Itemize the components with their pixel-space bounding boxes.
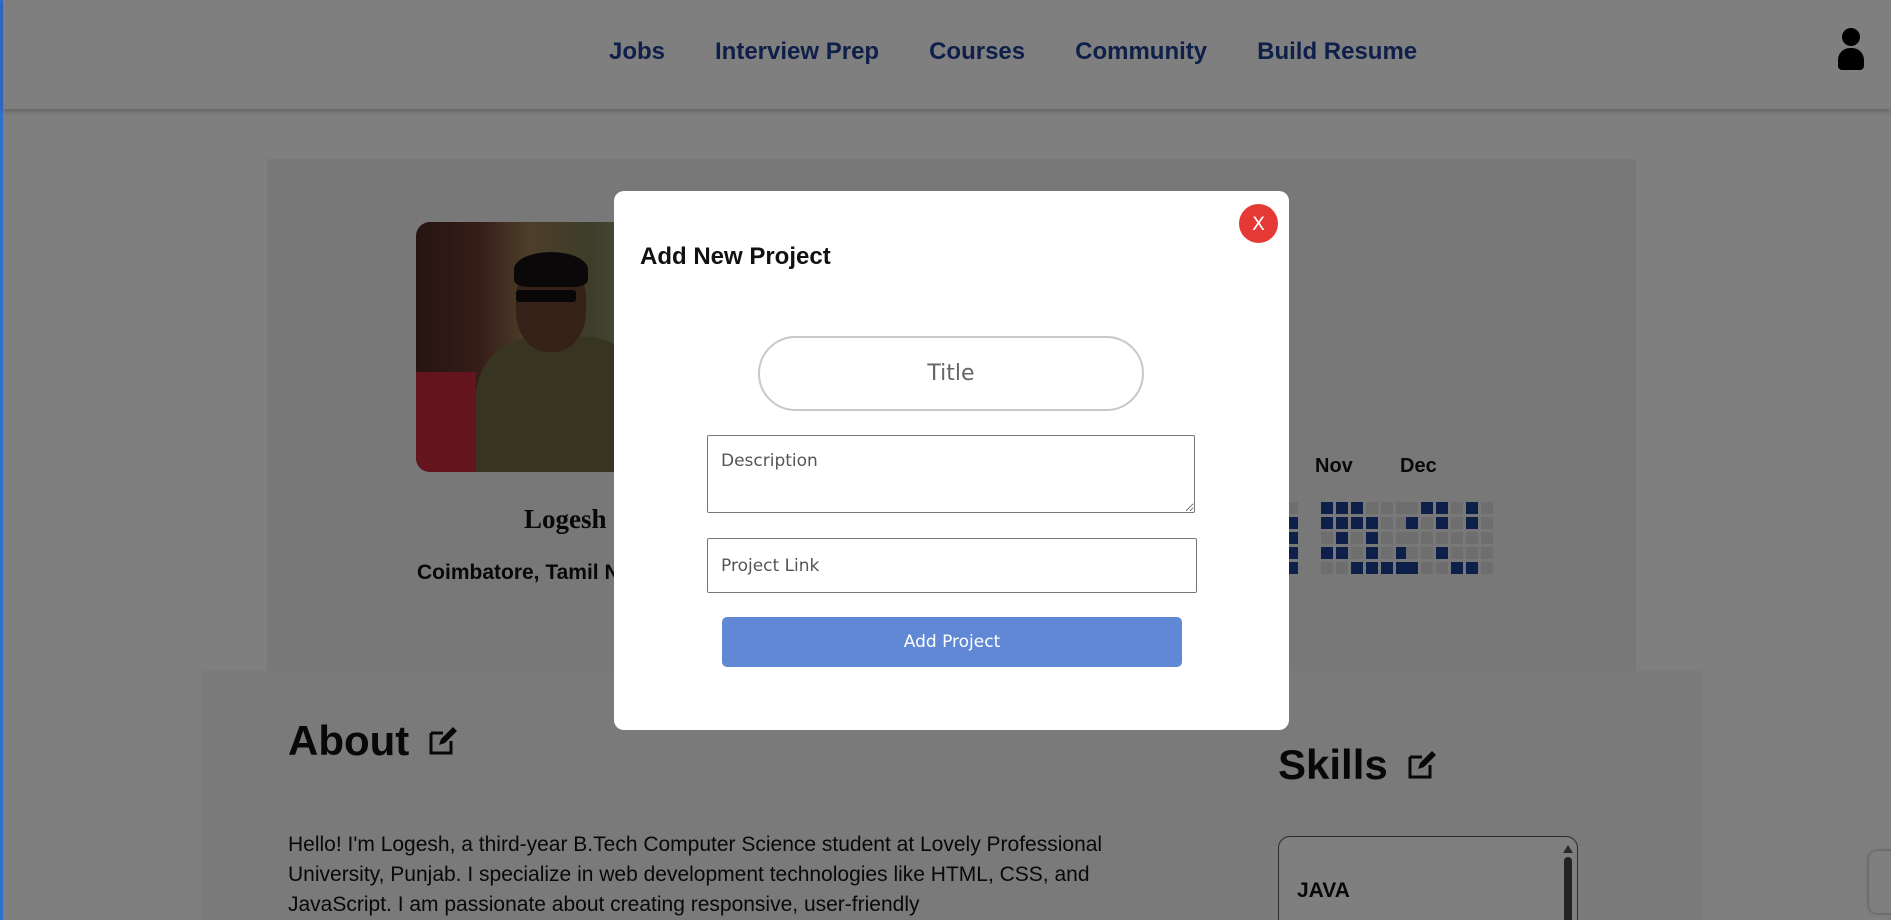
project-description-input[interactable] — [707, 435, 1195, 513]
add-project-button[interactable]: Add Project — [722, 617, 1182, 667]
modal-title: Add New Project — [640, 243, 831, 270]
close-button[interactable]: X — [1239, 204, 1278, 243]
project-title-input[interactable] — [758, 336, 1144, 411]
project-link-input[interactable] — [707, 538, 1197, 593]
add-project-modal: X Add New Project Add Project — [614, 191, 1289, 730]
